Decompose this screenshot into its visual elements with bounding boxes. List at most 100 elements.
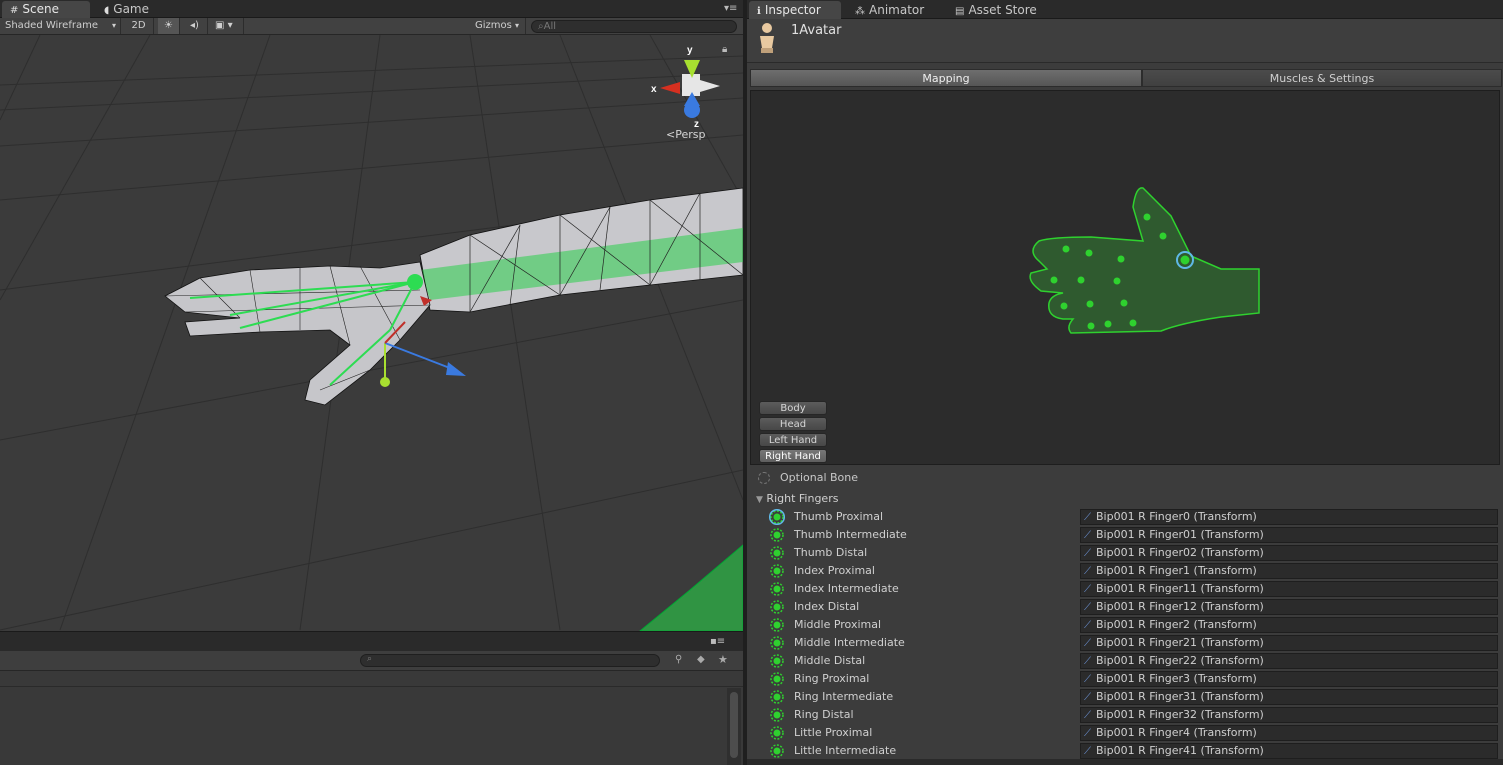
- bone-status-icon[interactable]: [769, 707, 785, 723]
- bone-status-icon[interactable]: [769, 545, 785, 561]
- bone-status-icon[interactable]: [769, 743, 785, 759]
- bone-name: Thumb Intermediate: [794, 528, 907, 541]
- scene-viewport[interactable]: y x z: [0, 35, 743, 631]
- transform-object-field[interactable]: ⟋ Bip001 R Finger3 (Transform): [1080, 671, 1498, 687]
- bone-row[interactable]: Thumb Intermediate ⟋ Bip001 R Finger01 (Tr…: [767, 526, 1503, 544]
- bone-row[interactable]: Ring Intermediate ⟋ Bip001 R Finger31 (Tra…: [767, 688, 1503, 706]
- lock-icon[interactable]: ▪≡: [710, 636, 725, 647]
- transform-icon: ⟋: [1084, 746, 1091, 757]
- audio-toggle-icon[interactable]: ◂): [182, 18, 208, 34]
- axis-x-label: x: [651, 84, 657, 95]
- bone-row[interactable]: Thumb Proximal ⟋ Bip001 R Finger0 (Transfo…: [767, 508, 1503, 526]
- bone-row[interactable]: Index Intermediate ⟋ Bip001 R Finger11 (Tr…: [767, 580, 1503, 598]
- bone-row[interactable]: Index Proximal ⟋ Bip001 R Finger1 (Transfo…: [767, 562, 1503, 580]
- hand-silhouette: [1029, 187, 1260, 334]
- bone-name: Index Intermediate: [794, 582, 899, 595]
- transform-object-field[interactable]: ⟋ Bip001 R Finger1 (Transform): [1080, 563, 1498, 579]
- view-body-button[interactable]: Body: [759, 401, 827, 415]
- dropdown-arrow-icon: ▾: [111, 21, 116, 30]
- bone-row[interactable]: Thumb Distal ⟋ Bip001 R Finger02 (Transfor…: [767, 544, 1503, 562]
- transform-object-field[interactable]: ⟋ Bip001 R Finger21 (Transform): [1080, 635, 1498, 651]
- search-icon: ⌕: [367, 654, 373, 664]
- bone-status-icon[interactable]: [769, 653, 785, 669]
- bone-status-icon[interactable]: [769, 689, 785, 705]
- transform-object-field[interactable]: ⟋ Bip001 R Finger31 (Transform): [1080, 689, 1498, 705]
- transform-icon: ⟋: [1084, 656, 1091, 667]
- bone-name: Thumb Distal: [794, 546, 868, 559]
- bone-status-icon[interactable]: [769, 581, 785, 597]
- bone-row[interactable]: Little Proximal ⟋ Bip001 R Finger4 (Transf…: [767, 724, 1503, 742]
- scene-search-input[interactable]: ⌕All: [531, 20, 737, 33]
- bone-row[interactable]: Little Intermediate ⟋ Bip001 R Finger41 (T…: [767, 742, 1503, 760]
- bone-row[interactable]: Ring Proximal ⟋ Bip001 R Finger3 (Transfor…: [767, 670, 1503, 688]
- right-fingers-foldout[interactable]: ▼ Right Fingers: [756, 492, 838, 505]
- transform-object-field[interactable]: ⟋ Bip001 R Finger02 (Transform): [1080, 545, 1498, 561]
- favorite-star-icon[interactable]: ★: [718, 653, 728, 666]
- shading-mode-dropdown[interactable]: Shaded Wireframe ▾: [0, 18, 121, 34]
- pacman-icon: ◖: [104, 5, 110, 16]
- transform-icon: ⟋: [1084, 512, 1091, 523]
- inspector-panel: ℹ Inspector ⁂ Animator ▤ Asset Store 1Avata…: [747, 0, 1503, 765]
- inspector-header: 1Avatar: [747, 19, 1503, 63]
- bone-name: Ring Intermediate: [794, 690, 894, 703]
- bone-status-icon[interactable]: [769, 509, 785, 525]
- view-left-hand-button[interactable]: Left Hand: [759, 433, 827, 447]
- transform-object-field[interactable]: ⟋ Bip001 R Finger4 (Transform): [1080, 725, 1498, 741]
- bone-status-icon[interactable]: [769, 617, 785, 633]
- bone-name: Ring Distal: [794, 708, 854, 721]
- transform-object-field[interactable]: ⟋ Bip001 R Finger32 (Transform): [1080, 707, 1498, 723]
- transform-value: Bip001 R Finger02 (Transform): [1096, 546, 1264, 559]
- lighting-toggle-icon[interactable]: ☀: [158, 18, 180, 34]
- transform-object-field[interactable]: ⟋ Bip001 R Finger0 (Transform): [1080, 509, 1498, 525]
- transform-object-field[interactable]: ⟋ Bip001 R Finger22 (Transform): [1080, 653, 1498, 669]
- scene-panel: # Scene ◖ Game ▾≡ Shaded Wireframe ▾ 2D ☀ …: [0, 0, 743, 765]
- tab-asset-store[interactable]: ▤ Asset Store: [947, 1, 1045, 19]
- view-head-button[interactable]: Head: [759, 417, 827, 431]
- bone-status-icon[interactable]: [769, 671, 785, 687]
- bone-row[interactable]: Ring Distal ⟋ Bip001 R Finger32 (Transform…: [767, 706, 1503, 724]
- tab-mapping[interactable]: Mapping: [750, 69, 1142, 87]
- tab-muscles-settings[interactable]: Muscles & Settings: [1142, 69, 1502, 87]
- transform-object-field[interactable]: ⟋ Bip001 R Finger11 (Transform): [1080, 581, 1498, 597]
- tab-game[interactable]: ◖ Game: [96, 1, 157, 18]
- bone-row[interactable]: Index Distal ⟋ Bip001 R Finger12 (Transfor…: [767, 598, 1503, 616]
- scrollbar-thumb[interactable]: [730, 692, 738, 758]
- bone-row[interactable]: Middle Proximal ⟋ Bip001 R Finger2 (Transf…: [767, 616, 1503, 634]
- transform-value: Bip001 R Finger41 (Transform): [1096, 744, 1264, 757]
- transform-value: Bip001 R Finger22 (Transform): [1096, 654, 1264, 667]
- transform-icon: ⟋: [1084, 548, 1091, 559]
- transform-object-field[interactable]: ⟋ Bip001 R Finger2 (Transform): [1080, 617, 1498, 633]
- divider: [0, 686, 743, 687]
- gizmos-dropdown[interactable]: Gizmos ▾: [470, 18, 526, 34]
- project-search-input[interactable]: ⌕: [360, 654, 660, 667]
- filter-type-icon[interactable]: ⚲: [675, 654, 682, 665]
- filter-label-icon[interactable]: ◆: [697, 654, 705, 665]
- effects-dropdown-icon[interactable]: ▣ ▾: [210, 18, 244, 34]
- projection-label[interactable]: <Persp: [666, 128, 705, 141]
- tab-animator[interactable]: ⁂ Animator: [847, 1, 932, 19]
- bone-name: Middle Distal: [794, 654, 866, 667]
- transform-object-field[interactable]: ⟋ Bip001 R Finger41 (Transform): [1080, 743, 1498, 759]
- bone-row[interactable]: Middle Intermediate ⟋ Bip001 R Finger21 (T…: [767, 634, 1503, 652]
- scene-grid-icon: #: [10, 5, 19, 16]
- bone-row[interactable]: Middle Distal ⟋ Bip001 R Finger22 (Transfo…: [767, 652, 1503, 670]
- skeleton-mesh-partial: [639, 544, 743, 631]
- bone-status-icon[interactable]: [769, 725, 785, 741]
- scene-3d-render: y x z: [0, 35, 743, 631]
- project-scrollbar[interactable]: [727, 688, 741, 765]
- tab-scene[interactable]: # Scene: [2, 1, 90, 18]
- transform-icon: ⟋: [1084, 692, 1091, 703]
- transform-object-field[interactable]: ⟋ Bip001 R Finger01 (Transform): [1080, 527, 1498, 543]
- view-right-hand-button[interactable]: Right Hand: [759, 449, 827, 463]
- bone-status-icon[interactable]: [769, 635, 785, 651]
- bone-status-icon[interactable]: [769, 599, 785, 615]
- bone-status-icon[interactable]: [769, 563, 785, 579]
- transform-object-field[interactable]: ⟋ Bip001 R Finger12 (Transform): [1080, 599, 1498, 615]
- toggle-2d-button[interactable]: 2D: [124, 18, 154, 34]
- tab-inspector[interactable]: ℹ Inspector: [749, 1, 841, 19]
- panel-menu-icon[interactable]: ▾≡: [724, 3, 737, 14]
- lock-icon[interactable]: 🔒︎: [722, 44, 727, 55]
- project-tab-bar: ▪≡: [0, 631, 743, 651]
- bone-status-icon[interactable]: [769, 527, 785, 543]
- bone-name: Index Distal: [794, 600, 860, 613]
